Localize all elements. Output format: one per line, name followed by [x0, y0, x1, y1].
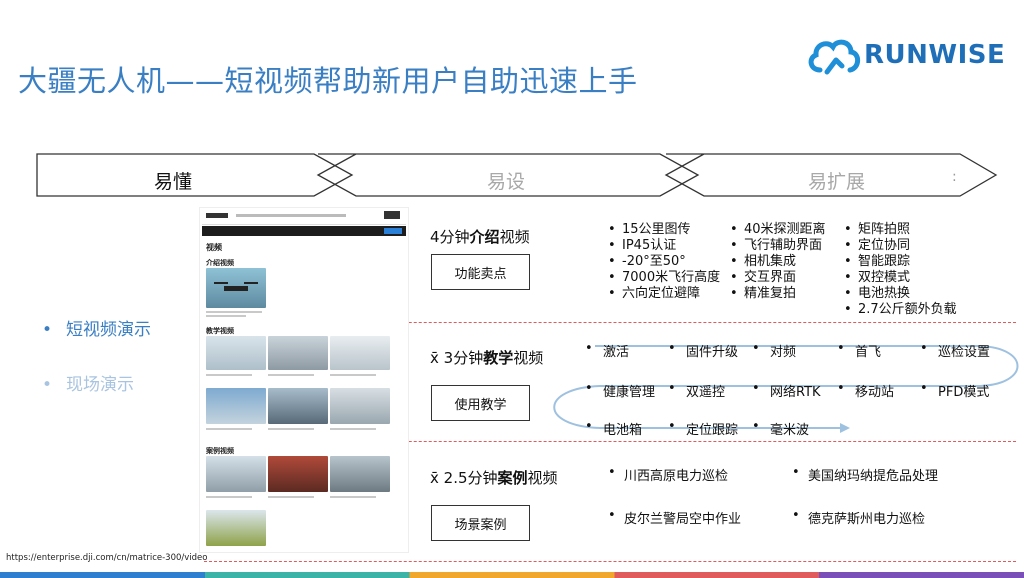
tutorial-item: 首飞 — [837, 341, 881, 360]
sidebar-item-label: 现场演示 — [66, 375, 134, 395]
video-thumbnail[interactable] — [206, 388, 266, 424]
tutorial-item: PFD模式 — [920, 381, 989, 400]
stage-label-easy-understand: 易懂 — [154, 171, 193, 193]
feature-item: 双控模式 — [842, 270, 957, 286]
video-thumbnail[interactable] — [206, 336, 266, 370]
section-videos-heading: 视频 — [206, 243, 222, 252]
feature-highlights-box: 功能卖点 — [431, 254, 530, 290]
source-url: https://enterprise.dji.com/cn/matrice-30… — [6, 553, 208, 563]
tutorial-item: 对频 — [752, 341, 796, 360]
slide-title: 大疆无人机——短视频帮助新用户自助迅速上手 — [18, 64, 638, 98]
feature-item: 交互界面 — [728, 270, 826, 286]
feature-item: 智能跟踪 — [842, 254, 957, 270]
case-item: 美国纳玛纳提危品处理 — [792, 465, 938, 484]
case-item: 川西高原电力巡检 — [608, 465, 728, 484]
bottom-color-bar — [0, 572, 1024, 578]
case-item: 皮尔兰警局空中作业 — [608, 508, 741, 527]
stage-label-easy-extend: 易扩展 — [808, 171, 866, 193]
stage-label-easy-setup: 易设 — [487, 171, 526, 193]
usage-teaching-box: 使用教学 — [431, 385, 530, 421]
section-teach-heading: 教学视频 — [206, 327, 234, 335]
tutorial-item: 巡检设置 — [920, 341, 990, 360]
section-case-heading: 案例视频 — [206, 447, 234, 455]
logo-text: RUNWISE — [864, 40, 1006, 70]
feature-list-col3: 矩阵拍照 定位协同 智能跟踪 双控模式 电池热换 2.7公斤额外负载 — [842, 222, 957, 318]
tutorial-item: 移动站 — [837, 381, 894, 400]
video-thumbnail[interactable] — [206, 510, 266, 546]
feature-item: 7000米飞行高度 — [606, 270, 720, 286]
tutorial-item: 激活 — [585, 341, 629, 360]
video-thumbnail[interactable] — [330, 336, 390, 370]
feature-item: -20°至50° — [606, 254, 720, 270]
video-thumbnail[interactable] — [330, 456, 390, 492]
feature-list-col2: 40米探测距离 飞行辅助界面 相机集成 交互界面 精准复拍 — [728, 222, 826, 302]
site-sub-nav — [202, 226, 406, 236]
svg-text::: : — [952, 169, 957, 185]
tutorial-item: 电池箱 — [585, 419, 642, 438]
feature-item: 2.7公斤额外负载 — [842, 302, 957, 318]
video-thumbnail[interactable] — [206, 268, 266, 308]
dji-video-page-screenshot: 视频 介绍视频 教学视频 案例视频 — [200, 208, 408, 552]
tutorial-item: 定位跟踪 — [668, 419, 738, 438]
runwise-logo: RUNWISE — [806, 34, 1005, 78]
sidebar-item-short-video[interactable]: • 短视频演示 — [42, 315, 151, 340]
case-video-title: x̄ 2.5分钟案例视频 — [430, 469, 558, 487]
tutorial-item: 双遥控 — [668, 381, 725, 400]
cloud-logo-icon — [808, 39, 861, 75]
tutorial-item: 健康管理 — [585, 381, 655, 400]
feature-item: IP45认证 — [606, 238, 720, 254]
feature-item: 六向定位避障 — [606, 286, 720, 302]
drone-icon — [214, 282, 258, 291]
feature-item: 飞行辅助界面 — [728, 238, 826, 254]
tutorial-item: 固件升级 — [668, 341, 738, 360]
video-thumbnail[interactable] — [330, 388, 390, 424]
intro-video-title: 4分钟介绍视频 — [430, 228, 530, 246]
teaching-video-title: x̄ 3分钟教学视频 — [430, 349, 544, 367]
feature-item: 40米探测距离 — [728, 222, 826, 238]
sidebar-item-label: 短视频演示 — [66, 320, 151, 340]
scenario-cases-box: 场景案例 — [431, 505, 530, 541]
video-thumbnail[interactable] — [268, 336, 328, 370]
feature-list-col1: 15公里图传 IP45认证 -20°至50° 7000米飞行高度 六向定位避障 — [606, 222, 720, 302]
tutorial-item: 网络RTK — [752, 381, 820, 400]
row-divider — [204, 561, 1016, 562]
tutorial-item: 毫米波 — [752, 419, 809, 438]
video-thumbnail[interactable] — [206, 456, 266, 492]
video-thumbnail[interactable] — [268, 388, 328, 424]
section-intro-heading: 介绍视频 — [206, 259, 234, 267]
feature-item: 相机集成 — [728, 254, 826, 270]
feature-item: 定位协同 — [842, 238, 957, 254]
video-thumbnail[interactable] — [268, 456, 328, 492]
feature-item: 15公里图传 — [606, 222, 720, 238]
feature-item: 精准复拍 — [728, 286, 826, 302]
case-item: 德克萨斯州电力巡检 — [792, 508, 925, 527]
site-top-nav — [202, 208, 406, 225]
feature-item: 电池热换 — [842, 286, 957, 302]
sidebar-item-live-demo[interactable]: • 现场演示 — [42, 370, 134, 395]
feature-item: 矩阵拍照 — [842, 222, 957, 238]
